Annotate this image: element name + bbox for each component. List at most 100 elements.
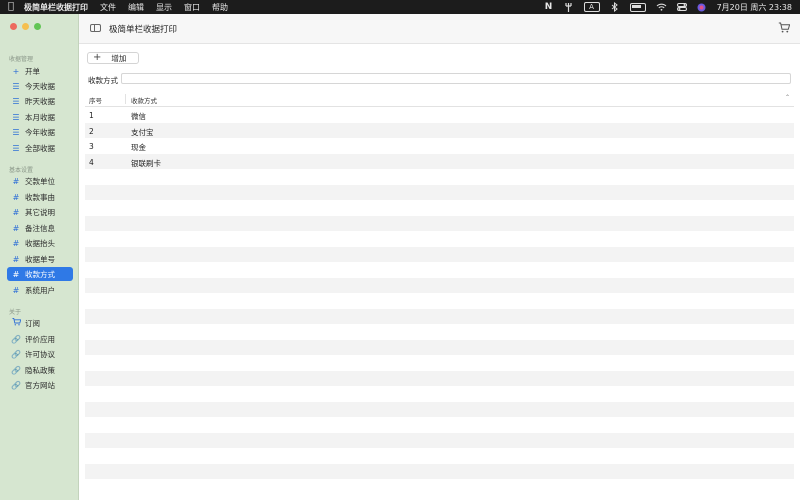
empty-table-row — [85, 215, 794, 231]
sidebar-item-label: 订阅 — [25, 318, 40, 328]
table-row[interactable]: 3 现金 — [85, 138, 794, 154]
apple-menu-icon[interactable]:  — [8, 0, 14, 14]
empty-table-row — [85, 463, 794, 479]
sidebar-item-license[interactable]: 🔗 许可协议 — [7, 347, 73, 361]
table-row[interactable]: 4 银联刷卡 — [85, 153, 794, 169]
list-icon: ☰ — [12, 81, 20, 91]
table-row[interactable]: 1 微信 — [85, 107, 794, 123]
sidebar-item-this-year[interactable]: ☰ 今年收据 — [7, 125, 73, 139]
column-divider[interactable] — [125, 94, 126, 104]
fork-icon[interactable] — [564, 2, 574, 12]
sidebar-item-other-notes[interactable]: # 其它说明 — [7, 205, 73, 219]
wifi-icon[interactable] — [656, 2, 667, 12]
n-icon[interactable]: N — [544, 2, 554, 12]
empty-table-row — [85, 401, 794, 417]
app-window: 收据管理 + 开单 ☰ 今天收据 ☰ 昨天收据 ☰ 本月收据 ☰ 今年收据 ☰ … — [0, 14, 800, 500]
sidebar-item-label: 收款事由 — [25, 192, 55, 202]
column-header-index[interactable]: 序号 — [89, 95, 102, 105]
bluetooth-icon[interactable] — [610, 2, 620, 12]
sidebar-item-privacy[interactable]: 🔗 隐私政策 — [7, 363, 73, 377]
sidebar-item-label: 评价应用 — [25, 334, 55, 344]
plus-icon: + — [12, 66, 20, 76]
sidebar-item-yesterday[interactable]: ☰ 昨天收据 — [7, 94, 73, 108]
sidebar-item-label: 其它说明 — [25, 207, 55, 217]
list-icon: ☰ — [12, 127, 20, 137]
section-title-about: 关于 — [9, 309, 22, 316]
siri-icon[interactable] — [697, 2, 707, 12]
hash-icon: # — [12, 285, 20, 295]
sidebar-item-label: 本月收据 — [25, 112, 55, 122]
empty-table-row — [85, 324, 794, 340]
minimize-window-button[interactable] — [22, 23, 29, 30]
menu-edit[interactable]: 编辑 — [128, 2, 144, 13]
sidebar-item-header[interactable]: # 收据抬头 — [7, 236, 73, 250]
sidebar-item-label: 备注信息 — [25, 223, 55, 233]
payment-method-input[interactable] — [121, 73, 791, 84]
list-icon: ☰ — [12, 143, 20, 153]
cell-index: 4 — [89, 157, 94, 167]
link-icon: 🔗 — [11, 380, 21, 390]
menu-help[interactable]: 帮助 — [212, 2, 228, 13]
sidebar-item-new-receipt[interactable]: + 开单 — [7, 64, 73, 78]
table-header: 序号 收款方式 ⌃ — [85, 92, 794, 107]
sidebar-item-reason[interactable]: # 收款事由 — [7, 190, 73, 204]
empty-table-row — [85, 169, 794, 185]
menu-window[interactable]: 窗口 — [184, 2, 200, 13]
sidebar-item-this-month[interactable]: ☰ 本月收据 — [7, 110, 73, 124]
sidebar-item-rate-app[interactable]: 🔗 评价应用 — [7, 332, 73, 346]
plus-icon: + — [93, 52, 102, 63]
link-icon: 🔗 — [11, 334, 21, 344]
control-center-icon[interactable] — [676, 2, 687, 12]
window-title: 极简单栏收据打印 — [109, 25, 178, 35]
sidebar-item-label: 许可协议 — [25, 349, 55, 359]
sidebar-item-label: 收据抬头 — [25, 238, 55, 248]
empty-table-row — [85, 355, 794, 371]
link-icon: 🔗 — [11, 349, 21, 359]
sidebar-item-label: 交款单位 — [25, 176, 55, 186]
add-button[interactable]: + 增加 — [87, 52, 139, 64]
main-content: 极简单栏收据打印 + 增加 收款方式 序号 收款方式 ⌃ 1 微信 2 支付宝 3 现金 4… — [79, 14, 800, 500]
empty-table-row — [85, 339, 794, 355]
column-header-method[interactable]: 收款方式 — [131, 95, 157, 105]
empty-table-row — [85, 479, 794, 495]
empty-table-row — [85, 370, 794, 386]
empty-table-row — [85, 200, 794, 216]
empty-table-row — [85, 262, 794, 278]
menu-view[interactable]: 显示 — [156, 2, 172, 13]
sidebar-item-remarks[interactable]: # 备注信息 — [7, 221, 73, 235]
sidebar-item-label: 隐私政策 — [25, 365, 55, 375]
close-window-button[interactable] — [10, 23, 17, 30]
cart-icon — [10, 318, 22, 328]
section-title-settings: 基本设置 — [9, 167, 34, 174]
cell-method: 微信 — [131, 112, 146, 121]
input-a-icon[interactable]: A — [583, 2, 600, 12]
sidebar-item-payment-method[interactable]: # 收款方式 — [7, 267, 73, 281]
cell-method: 现金 — [131, 143, 146, 152]
zoom-window-button[interactable] — [34, 23, 41, 30]
cart-icon[interactable] — [778, 22, 790, 34]
empty-table-row — [85, 386, 794, 402]
sidebar-item-label: 系统用户 — [25, 285, 55, 295]
table-row[interactable]: 2 支付宝 — [85, 122, 794, 138]
app-menu[interactable]: 极简单栏收据打印 — [24, 2, 88, 13]
sidebar-item-users[interactable]: # 系统用户 — [7, 283, 73, 297]
sidebar-item-website[interactable]: 🔗 官方网站 — [7, 378, 73, 392]
sort-ascending-icon[interactable]: ⌃ — [785, 94, 790, 101]
sidebar-item-subscribe[interactable]: 订阅 — [7, 316, 73, 330]
hash-icon: # — [12, 207, 20, 217]
sidebar-item-all[interactable]: ☰ 全部收据 — [7, 141, 73, 155]
battery-icon[interactable] — [629, 2, 646, 12]
sidebar: 收据管理 + 开单 ☰ 今天收据 ☰ 昨天收据 ☰ 本月收据 ☰ 今年收据 ☰ … — [0, 14, 79, 500]
window-controls — [10, 23, 41, 30]
sidebar-item-today[interactable]: ☰ 今天收据 — [7, 79, 73, 93]
toolbar: 极简单栏收据打印 — [79, 14, 800, 44]
sidebar-item-payer[interactable]: # 交款单位 — [7, 174, 73, 188]
menu-file[interactable]: 文件 — [100, 2, 116, 13]
filter-label: 收款方式 — [88, 76, 118, 85]
sidebar-toggle-icon[interactable] — [90, 24, 101, 32]
sidebar-item-receipt-number[interactable]: # 收据单号 — [7, 252, 73, 266]
cell-method: 支付宝 — [131, 127, 154, 137]
link-icon: 🔗 — [11, 365, 21, 375]
empty-table-row — [85, 417, 794, 433]
menubar-clock[interactable]: 7月20日 周六 23:38 — [717, 2, 792, 13]
